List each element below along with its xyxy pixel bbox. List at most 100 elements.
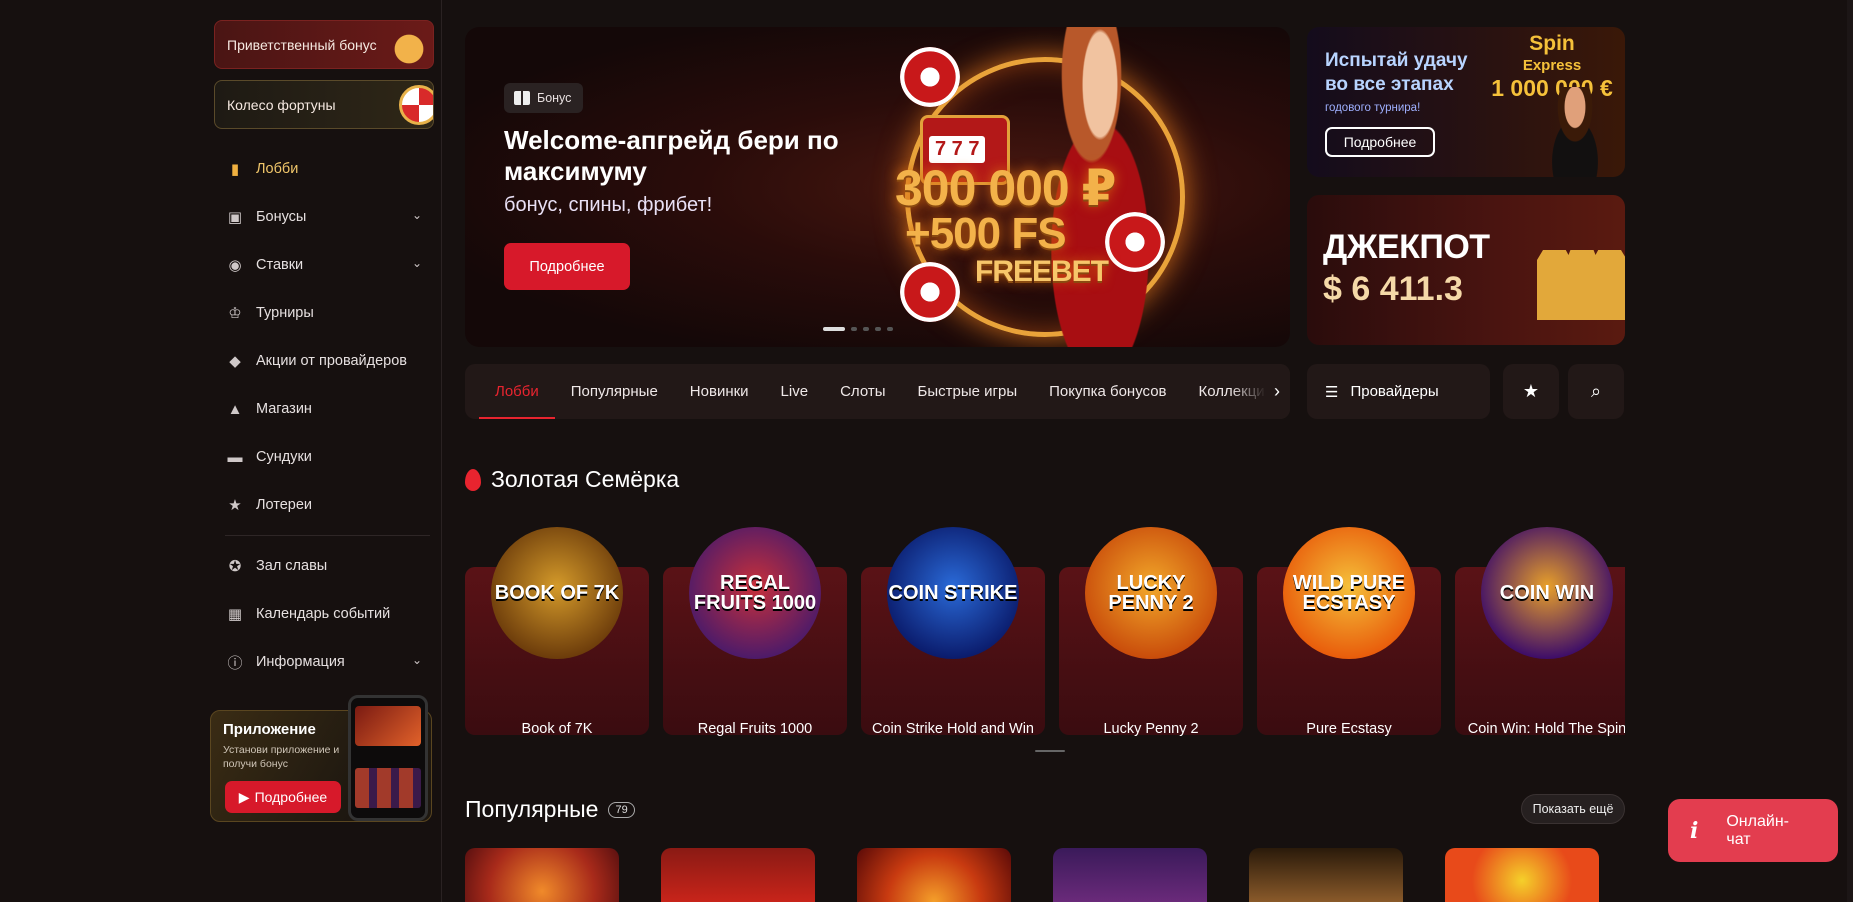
hero-amount: 300 000 ₽ +500 FS FREEBET [895, 163, 1116, 288]
hero-badge-label: Бонус [537, 91, 572, 105]
welcome-bonus-label: Приветственный бонус [227, 36, 377, 53]
spin-express-line2: Express [1522, 57, 1582, 74]
hero-amount-line1: 300 000 ₽ [895, 160, 1116, 216]
carousel-dot[interactable] [823, 327, 845, 331]
tournament-banner-title-line2: во все этапах [1325, 74, 1454, 95]
tab-popular[interactable]: Популярные [571, 364, 658, 419]
game-art-image[interactable]: WILD PURE ECSTASY [1283, 527, 1415, 659]
search-button[interactable]: ⌕ [1568, 364, 1624, 419]
section-title-label: Популярные [465, 796, 599, 822]
tournament-hostess-image [1535, 87, 1615, 177]
chevron-down-icon[interactable]: ⌄ [409, 653, 425, 669]
wheel-of-fortune-button[interactable]: Колесо фортуны [214, 80, 434, 129]
hero-subtitle: бонус, спины, фрибет! [504, 194, 713, 216]
jackpot-banner[interactable]: ДЖЕКПОТ $ 6 411.3 [1307, 195, 1625, 345]
favorites-button[interactable]: ★ [1503, 364, 1559, 419]
chevron-right-icon: › [1274, 381, 1280, 401]
sidebar-divider [225, 535, 430, 536]
chevron-down-icon[interactable]: ⌄ [409, 208, 425, 224]
welcome-bonus-button[interactable]: Приветственный бонус [214, 20, 434, 69]
sidebar-item-events-calendar[interactable]: ▦ Календарь событий [225, 590, 425, 638]
app-download-button[interactable]: ▶ Подробнее [225, 781, 341, 813]
sidebar-item-label: Календарь событий [256, 606, 391, 622]
chest-icon: ▬ [227, 448, 243, 466]
hero-amount-line3: FREEBET [975, 255, 1109, 288]
providers-button[interactable]: ☰ Провайдеры [1307, 364, 1490, 419]
game-art-image[interactable]: LUCKY PENNY 2 [1085, 527, 1217, 659]
sidebar-item-lobby[interactable]: ▮ Лобби [225, 145, 425, 193]
gift-icon [514, 91, 530, 105]
info-icon: ⓘ [227, 654, 243, 672]
chevron-down-icon[interactable]: ⌄ [409, 256, 425, 272]
game-thumbnail[interactable] [857, 848, 1011, 902]
sidebar-item-hall-of-fame[interactable]: ✪ Зал славы [225, 542, 425, 590]
tournament-details-button[interactable]: Подробнее [1325, 127, 1435, 157]
hero-amount-line2: +500 FS [905, 209, 1067, 258]
sidebar-item-bets[interactable]: ◉ Ставки ⌄ [225, 241, 425, 289]
calendar-icon: ▦ [227, 606, 243, 623]
jackpot-value: $ 6 411.3 [1323, 270, 1463, 308]
game-thumbnail[interactable] [1053, 848, 1207, 902]
page-scrollbar[interactable] [1847, 0, 1853, 902]
sidebar-item-bonuses[interactable]: ▣ Бонусы ⌄ [225, 193, 425, 241]
app-promo-card: Приложение Установи приложение и получи … [210, 695, 432, 822]
phone-screen-games [355, 768, 421, 808]
sidebar-item-label: Информация [256, 654, 345, 670]
phone-screen-banner [355, 706, 421, 746]
game-thumbnail[interactable] [1445, 848, 1599, 902]
hero-banner[interactable]: 300 000 ₽ +500 FS FREEBET Бонус Welcome-… [465, 27, 1290, 347]
sidebar-item-label: Бонусы [256, 209, 307, 225]
carousel-dots [823, 327, 893, 331]
game-count-badge: 79 [608, 801, 635, 818]
sidebar-item-shop[interactable]: ▲ Магазин [225, 385, 425, 433]
crown-icon [1537, 220, 1625, 320]
star-icon: ★ [1522, 381, 1540, 401]
game-thumbnail[interactable] [661, 848, 815, 902]
game-carousel: Book of 7KSpinomenalBOOK OF 7KRegal Frui… [465, 527, 1625, 737]
show-more-button[interactable]: Показать ещё [1521, 794, 1625, 824]
medal-icon: ✪ [228, 558, 242, 575]
tab-bonus-buy[interactable]: Покупка бонусов [1049, 364, 1166, 419]
hero-details-button[interactable]: Подробнее [504, 243, 630, 290]
carousel-dot[interactable] [887, 327, 893, 331]
tab-lobby[interactable]: Лобби [479, 364, 555, 419]
providers-label: Провайдеры [1350, 383, 1439, 400]
tab-slots[interactable]: Слоты [840, 364, 885, 419]
tabs-scroll-right[interactable]: › [1230, 364, 1290, 419]
shopping-bag-icon: ▲ [227, 400, 243, 418]
sidebar-item-chests[interactable]: ▬ Сундуки [225, 433, 425, 481]
online-chat-label-line1: Онлайн- [1726, 812, 1789, 830]
main-content: 300 000 ₽ +500 FS FREEBET Бонус Welcome-… [465, 0, 1625, 902]
gift-icon: ▣ [227, 209, 243, 226]
wheel-of-fortune-label: Колесо фортуны [227, 96, 336, 113]
sidebar-item-tournaments[interactable]: ♔ Турниры [225, 289, 425, 337]
money-bag-icon [389, 25, 429, 65]
game-art-image[interactable]: BOOK OF 7K [491, 527, 623, 659]
sidebar-item-information[interactable]: ⓘ Информация ⌄ [225, 638, 425, 686]
carousel-dot[interactable] [863, 327, 869, 331]
online-chat-label-line2: чат [1726, 830, 1751, 848]
tab-fast-games[interactable]: Быстрые игры [918, 364, 1018, 419]
game-title: Coin Strike Hold and Win [872, 721, 1034, 737]
game-art-image[interactable]: REGAL FRUITS 1000 [689, 527, 821, 659]
sidebar-item-provider-promos[interactable]: ◆ Акции от провайдеров [225, 337, 425, 385]
game-art-image[interactable]: COIN WIN [1481, 527, 1613, 659]
tournament-banner[interactable]: Испытай удачу во все этапах годового тур… [1307, 27, 1625, 177]
sidebar-item-lotteries[interactable]: ★ Лотереи [225, 481, 425, 529]
game-thumbnail[interactable] [1249, 848, 1403, 902]
game-title: Pure Ecstasy [1306, 721, 1392, 737]
tab-live[interactable]: Live [781, 364, 809, 419]
section-title-popular: Популярные 79 [465, 796, 635, 823]
hero-title: Welcome-апгрейд бери по максимуму [504, 125, 839, 186]
jackpot-title: ДЖЕКПОТ [1323, 228, 1490, 266]
tab-new[interactable]: Новинки [690, 364, 749, 419]
carousel-dot[interactable] [875, 327, 881, 331]
soccer-ball-icon: ◉ [228, 257, 242, 274]
game-art-image[interactable]: COIN STRIKE [887, 527, 1019, 659]
tournament-banner-title-line1: Испытай удачу [1325, 50, 1468, 71]
carousel-dot[interactable] [851, 327, 857, 331]
game-thumbnail[interactable] [465, 848, 619, 902]
online-chat-button[interactable]: i Онлайн- чат [1668, 799, 1838, 862]
fortune-wheel-icon [399, 85, 433, 125]
play-icon: ▶ [238, 788, 250, 805]
